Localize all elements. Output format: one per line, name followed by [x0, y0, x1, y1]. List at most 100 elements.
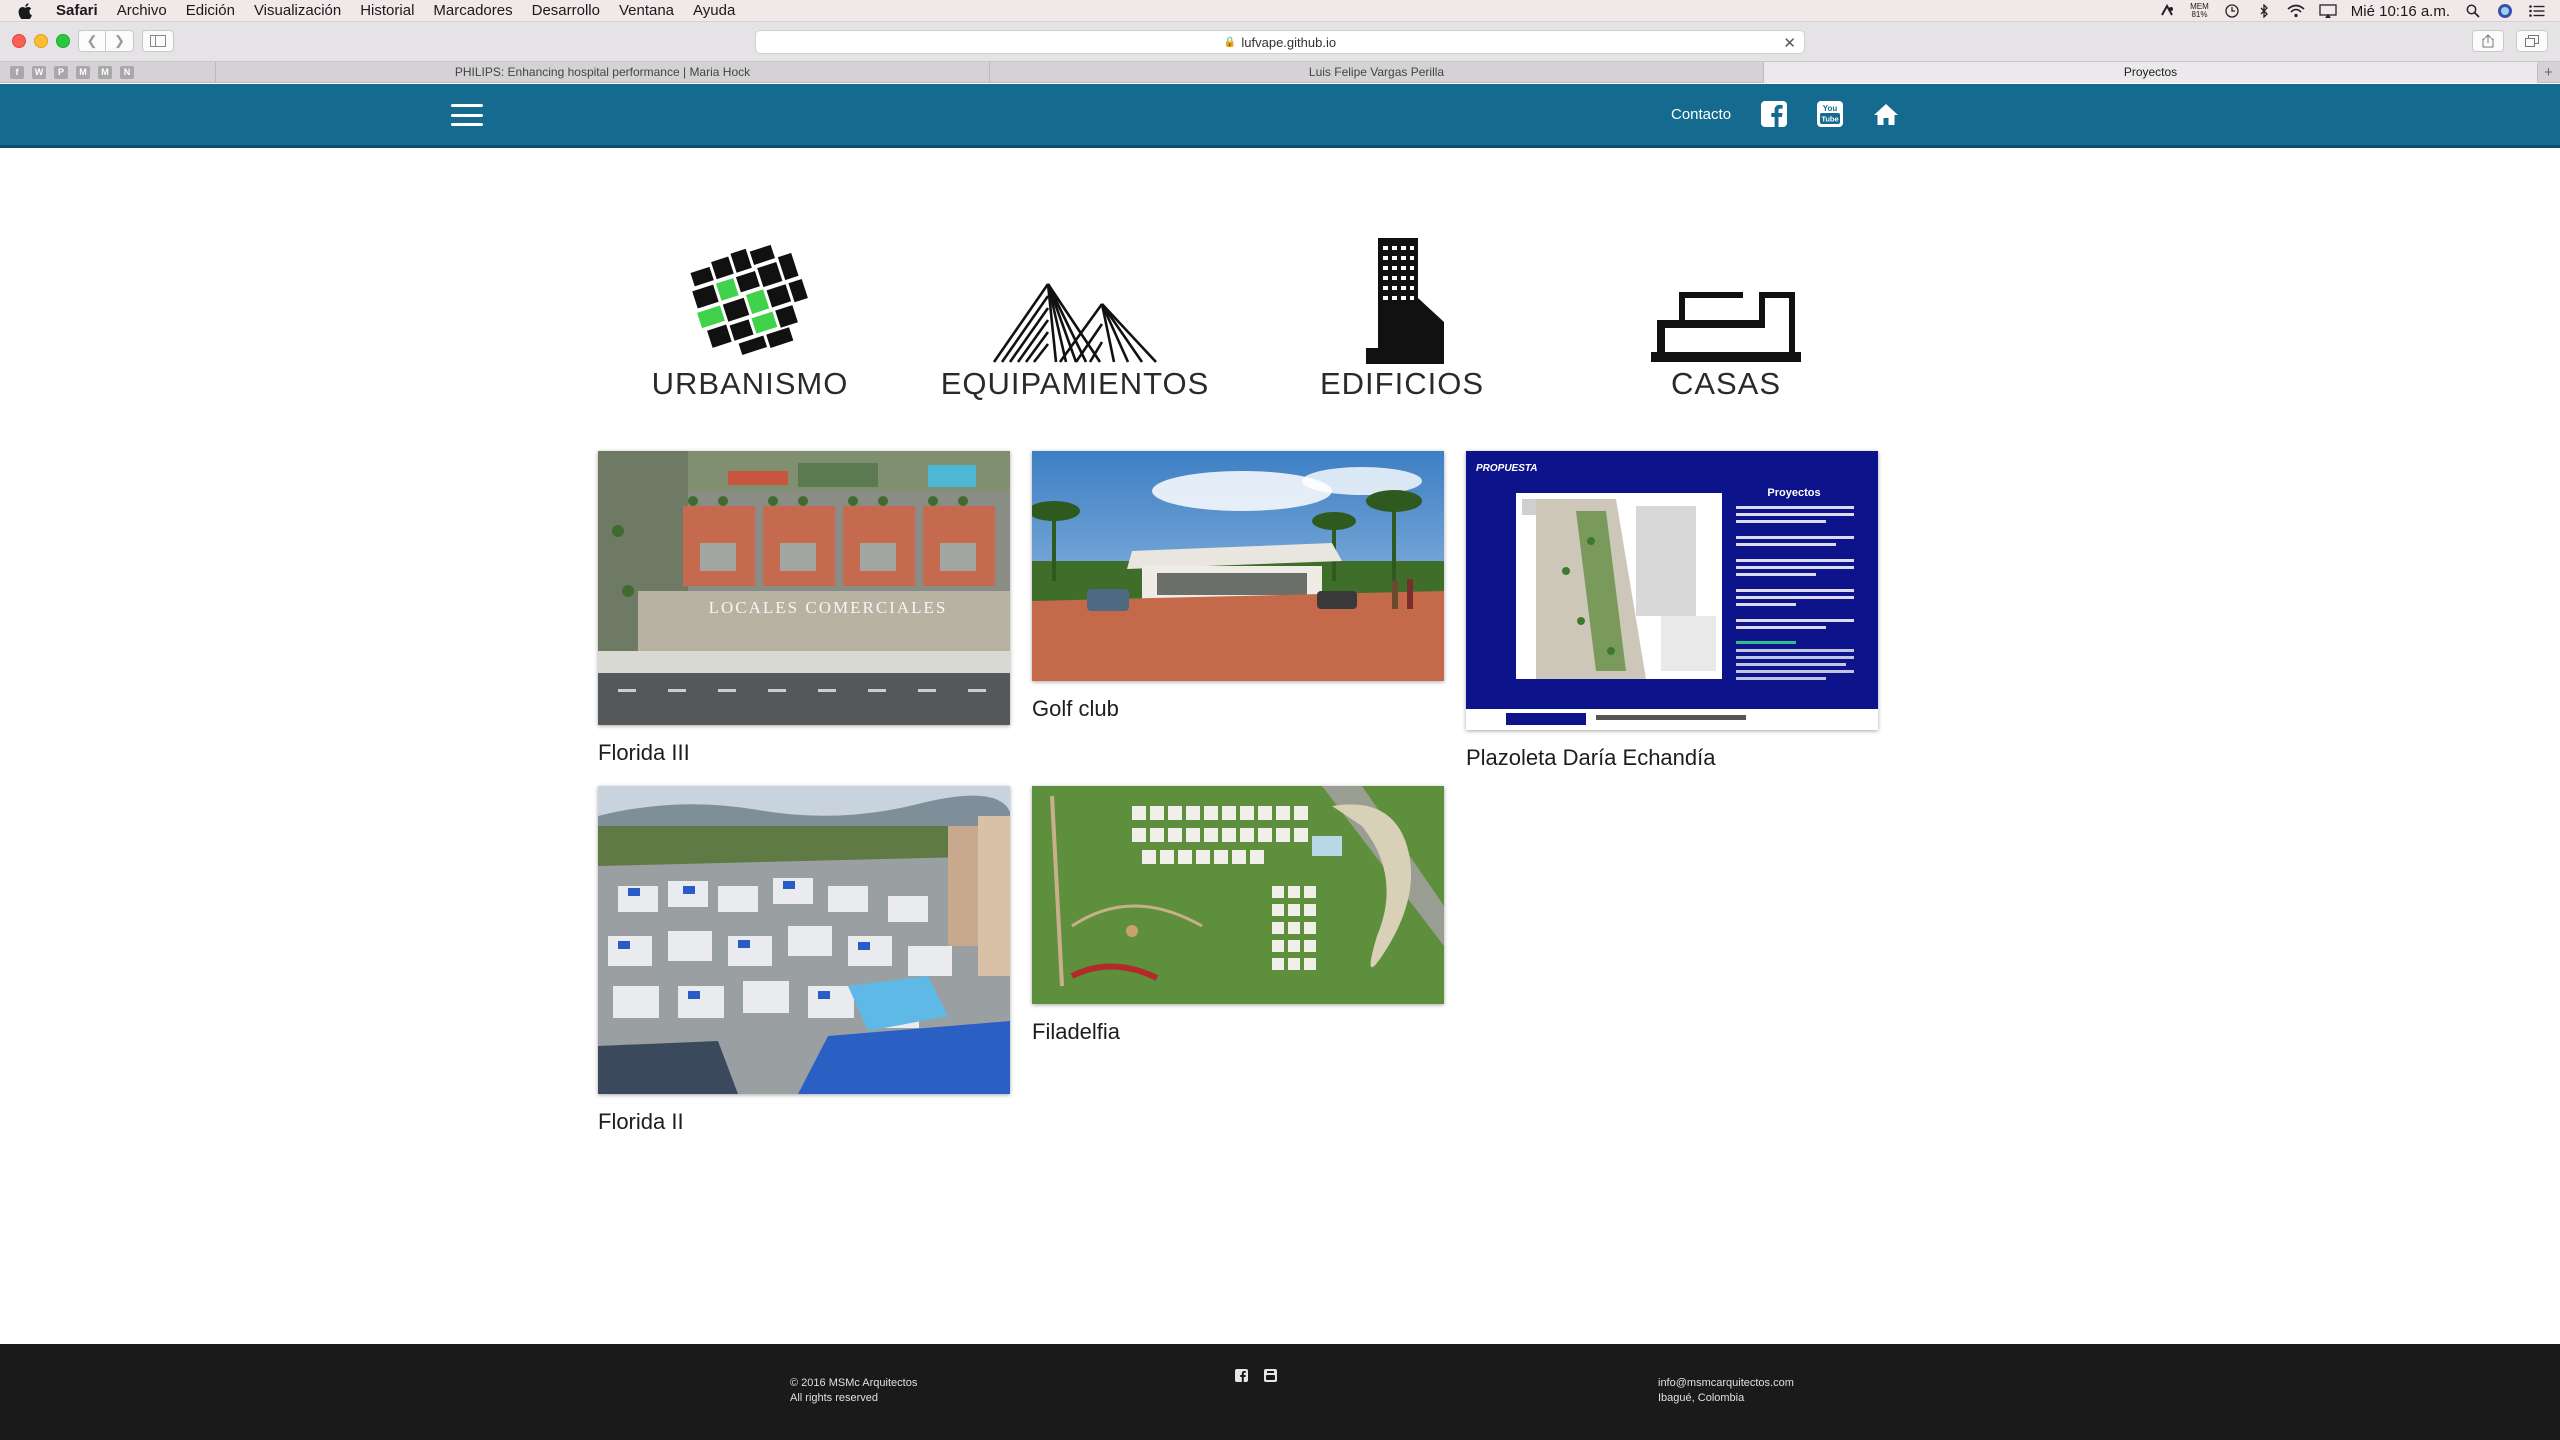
facebook-icon[interactable]: [1235, 1369, 1248, 1385]
lock-icon: 🔒: [1223, 36, 1237, 48]
address-bar[interactable]: 🔒 lufvape.github.io ✕: [755, 30, 1805, 54]
svg-text:Tube: Tube: [1821, 115, 1838, 124]
menu-marcadores[interactable]: Marcadores: [433, 2, 512, 19]
pinned-tab-n-icon[interactable]: N: [120, 65, 134, 79]
tab-luis-felipe[interactable]: Luis Felipe Vargas Perilla: [989, 61, 1763, 83]
youtube-icon[interactable]: You Tube: [1817, 101, 1844, 127]
project-card-filadelfia[interactable]: Filadelfia: [1032, 786, 1444, 1045]
tab-philips[interactable]: PHILIPS: Enhancing hospital performance …: [215, 61, 989, 83]
bluetooth-icon[interactable]: [2255, 4, 2273, 18]
thumb-subtitle: Proyectos: [1767, 487, 1820, 499]
maximize-window-button[interactable]: [56, 34, 70, 48]
clear-url-icon[interactable]: ✕: [1783, 34, 1796, 52]
project-title[interactable]: Plazoleta Daría Echandía: [1466, 745, 1878, 771]
project-thumbnail[interactable]: LOCALES COMERCIALES: [598, 451, 1010, 725]
email-link[interactable]: info@msmcarquitectos.com: [1658, 1376, 1794, 1391]
menu-visualizacion[interactable]: Visualización: [254, 2, 341, 19]
project-title[interactable]: Filadelfia: [1032, 1019, 1444, 1045]
close-window-button[interactable]: [12, 34, 26, 48]
airplay-icon[interactable]: [2319, 4, 2337, 18]
svg-text:You: You: [1823, 104, 1838, 113]
site-header: Contacto You Tube: [0, 84, 2560, 148]
rights-text: All rights reserved: [790, 1392, 879, 1404]
menu-desarrollo[interactable]: Desarrollo: [532, 2, 600, 19]
facebook-icon[interactable]: [1761, 101, 1788, 127]
project-card-florida-ii[interactable]: Florida II: [598, 786, 1010, 1135]
footer-social: [1235, 1369, 1277, 1385]
pinned-tab-p-icon[interactable]: P: [54, 65, 68, 79]
sidebar-icon: [150, 35, 166, 47]
chevron-right-icon: ❯: [114, 33, 125, 48]
sidebar-toggle-button[interactable]: [142, 30, 174, 52]
pinned-tab-m-icon[interactable]: M: [76, 65, 90, 79]
project-thumbnail[interactable]: PROPUESTA Proyectos: [1466, 451, 1878, 730]
project-thumbnail[interactable]: [1032, 786, 1444, 1004]
category-casas[interactable]: CASAS: [1626, 290, 1826, 402]
memory-indicator[interactable]: MEM 81%: [2190, 3, 2209, 19]
new-tab-button[interactable]: +: [2537, 63, 2559, 81]
location-text: Ibagué, Colombia: [1658, 1392, 1745, 1404]
header-nav: Contacto You Tube: [1671, 101, 1899, 127]
skyscraper-icon: [1366, 238, 1444, 364]
tab-strip: f W P M M N PHILIPS: Enhancing hospital …: [0, 61, 2560, 83]
category-label: EDIFICIOS: [1319, 366, 1484, 401]
category-label: URBANISMO: [651, 366, 849, 401]
url-text: lufvape.github.io: [1241, 34, 1337, 50]
show-tabs-button[interactable]: [2516, 30, 2548, 52]
cloud-app-icon[interactable]: [2158, 4, 2176, 18]
menu-safari[interactable]: Safari: [56, 2, 98, 19]
mountain-roof-icon: [992, 283, 1157, 363]
category-label: EQUIPAMIENTOS: [940, 366, 1210, 401]
chevron-left-icon: ❮: [86, 33, 98, 48]
back-button[interactable]: ❮: [78, 30, 106, 52]
clock[interactable]: Mié 10:16 a.m.: [2351, 3, 2450, 20]
pinned-tab-medium-icon[interactable]: M: [98, 65, 112, 79]
thumb-caption: LOCALES COMERCIALES: [709, 598, 948, 617]
pinned-tabs: f W P M M N: [0, 65, 215, 79]
share-icon: [2482, 34, 2494, 48]
menu-edicion[interactable]: Edición: [186, 2, 235, 19]
minimize-window-button[interactable]: [34, 34, 48, 48]
project-thumbnail[interactable]: [598, 786, 1010, 1094]
menu-ventana[interactable]: Ventana: [619, 2, 674, 19]
menu-ayuda[interactable]: Ayuda: [693, 2, 735, 19]
category-edificios[interactable]: EDIFICIOS: [1302, 238, 1502, 402]
time-machine-icon[interactable]: [2223, 4, 2241, 18]
project-card-plazoleta[interactable]: PROPUESTA Proyectos Plazoleta Daría Echa…: [1466, 451, 1878, 771]
youtube-icon[interactable]: [1264, 1369, 1277, 1385]
apple-icon[interactable]: [18, 2, 36, 19]
share-button[interactable]: [2472, 30, 2504, 52]
tab-proyectos[interactable]: Proyectos: [1763, 61, 2537, 83]
pinned-tab-w-icon[interactable]: W: [32, 65, 46, 79]
footer-copyright: © 2016 MSMc Arquitectos All rights reser…: [790, 1376, 917, 1406]
spotlight-search-icon[interactable]: [2464, 4, 2482, 18]
copyright-text: © 2016 MSMc Arquitectos: [790, 1377, 918, 1389]
site-footer: © 2016 MSMc Arquitectos All rights reser…: [0, 1344, 2560, 1440]
project-thumbnail[interactable]: [1032, 451, 1444, 681]
home-icon[interactable]: [1873, 101, 1899, 127]
contact-link[interactable]: Contacto: [1671, 106, 1731, 123]
urban-plan-icon: [690, 244, 808, 356]
pinned-tab-facebook-icon[interactable]: f: [10, 65, 24, 79]
project-card-florida-iii[interactable]: LOCALES COMERCIALES Florida III: [598, 451, 1010, 766]
project-title[interactable]: Florida III: [598, 740, 1010, 766]
footer-contact: info@msmcarquitectos.com Ibagué, Colombi…: [1658, 1376, 1794, 1406]
memory-value: 81%: [2191, 10, 2208, 19]
macos-menubar: Safari Archivo Edición Visualización His…: [0, 0, 2560, 22]
hamburger-menu-icon[interactable]: [451, 104, 483, 126]
siri-icon[interactable]: [2496, 4, 2514, 18]
category-urbanismo[interactable]: URBANISMO: [650, 238, 850, 402]
window-controls: [12, 34, 70, 48]
notification-center-icon[interactable]: [2528, 4, 2546, 18]
menu-archivo[interactable]: Archivo: [117, 2, 167, 19]
project-card-golf-club[interactable]: Golf club: [1032, 451, 1444, 722]
forward-button[interactable]: ❯: [106, 30, 134, 52]
status-area: MEM 81% Mié 10:16 a.m.: [2158, 0, 2546, 22]
modern-house-icon: [1651, 292, 1801, 362]
wifi-icon[interactable]: [2287, 4, 2305, 18]
menu-historial[interactable]: Historial: [360, 2, 414, 19]
project-title[interactable]: Golf club: [1032, 696, 1444, 722]
category-equipamientos[interactable]: EQUIPAMIENTOS: [941, 280, 1208, 402]
project-title[interactable]: Florida II: [598, 1109, 1010, 1135]
browser-toolbar: ❮ ❯ 🔒 lufvape.github.io ✕: [0, 22, 2560, 62]
